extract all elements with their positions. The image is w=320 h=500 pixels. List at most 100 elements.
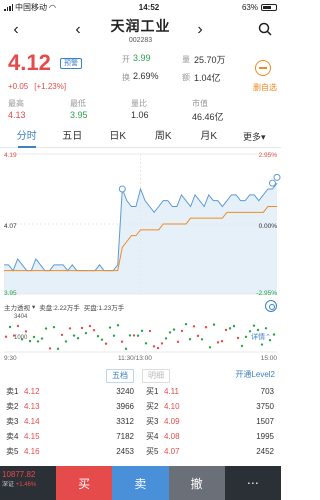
volume-dot	[160, 342, 164, 345]
status-bar: 中国移动 ◠ 14:52 63%	[0, 0, 281, 14]
index-ticker[interactable]: 10877.82 深证 +1.46%	[0, 466, 56, 500]
detail-label: 详情	[251, 334, 266, 341]
volume-dot	[208, 346, 212, 349]
volume-dot	[48, 347, 52, 350]
volume-dot	[156, 346, 160, 350]
tab-five-levels[interactable]: 五档	[106, 369, 134, 383]
volume-dot	[40, 337, 44, 340]
volume-dot	[224, 328, 228, 332]
volume-dot	[212, 323, 216, 326]
level-volume: 7182	[116, 432, 134, 441]
order-book-row[interactable]: 卖3 4.14 3312	[6, 414, 134, 429]
level-price: 4.07	[164, 447, 180, 456]
volume-detail-link[interactable]: 详情⌃	[251, 332, 271, 342]
change-value: +0.05	[8, 82, 29, 91]
level-price: 4.11	[164, 387, 179, 396]
intraday-chart[interactable]: 4.19 4.07 3.95 2.95% 0.00% -2.95%	[0, 148, 281, 300]
level-volume: 3312	[116, 417, 134, 426]
volume-dot	[24, 330, 28, 333]
tab-more-label: 更多	[242, 131, 261, 142]
chart-tabs: 分时 五日 日K 周K 月K 更多▾	[0, 126, 281, 148]
order-book-row[interactable]: 买3 4.09 1507	[146, 414, 274, 429]
more-menu-button[interactable]: ⋯	[224, 466, 281, 500]
level-volume: 2453	[116, 447, 134, 456]
volume-ratio-value: 1.06	[131, 110, 149, 120]
volume-dot	[172, 328, 176, 331]
volume-dot	[164, 337, 168, 340]
next-stock-icon[interactable]: ›	[192, 22, 208, 38]
chevron-down-icon: ▾	[32, 304, 36, 311]
remove-watchlist-label[interactable]: 删自选	[253, 82, 277, 93]
order-book: 卖1 4.12 3240 卖2 4.13 3966 卖3 4.14 3312 卖4 4.15 7182…	[0, 384, 281, 469]
level-price: 4.13	[24, 402, 40, 411]
pct-tick-mid: 0.00%	[258, 223, 277, 230]
volume-dot	[272, 333, 276, 336]
search-icon[interactable]	[257, 22, 273, 40]
volume-dot	[192, 325, 196, 328]
order-book-row[interactable]: 卖5 4.16 2453	[6, 444, 134, 459]
y-tick-low: 3.95	[4, 290, 17, 297]
order-book-row[interactable]: 买4 4.08 1995	[146, 429, 274, 444]
tab-five-day[interactable]: 五日	[50, 126, 96, 148]
level-price: 4.08	[164, 432, 180, 441]
volume-dot	[96, 335, 100, 338]
sell-button[interactable]: 卖	[112, 466, 169, 500]
volume-value: 25.70万	[194, 55, 226, 65]
volume-ratio-label: 量比	[131, 99, 147, 108]
volume-dot	[88, 324, 92, 328]
level-volume: 1995	[256, 432, 274, 441]
order-book-row[interactable]: 买1 4.11 703	[146, 384, 274, 399]
indicator-select[interactable]: 主力透视 ▾	[4, 302, 35, 312]
tab-weekly-k[interactable]: 周K	[141, 126, 187, 148]
carrier: 中国移动	[15, 2, 47, 12]
wifi-icon: ◠	[49, 2, 56, 12]
time-axis: 9:30 11:30/13:00 15:00	[0, 354, 281, 366]
buy-button[interactable]: 买	[56, 466, 113, 500]
volume-dot	[240, 344, 244, 348]
signal-marker	[118, 185, 126, 193]
indicator-name: 主力透视	[4, 305, 30, 312]
index-change: +1.46%	[15, 482, 37, 488]
volume-dot	[60, 333, 64, 337]
volume-dot	[76, 337, 80, 340]
order-book-row[interactable]: 买2 4.10 3750	[146, 399, 274, 414]
back-icon[interactable]: ‹	[8, 22, 24, 38]
tab-trade-detail[interactable]: 明细	[142, 369, 170, 383]
time-midday: 11:30/13:00	[118, 355, 152, 362]
turnover-label: 换	[122, 73, 130, 82]
level-label: 买2	[146, 402, 159, 411]
tab-more[interactable]: 更多▾	[232, 126, 278, 148]
volume-dot	[260, 343, 264, 346]
remove-watchlist-icon[interactable]	[255, 60, 271, 76]
volume-dot	[108, 326, 112, 329]
bottom-trade-bar: 10877.82 深证 +1.46% 买 卖 撤 ⋯	[0, 466, 281, 500]
alert-badge[interactable]: 预警	[60, 58, 82, 69]
volume-dot	[52, 325, 56, 329]
order-book-row[interactable]: 买5 4.07 2452	[146, 444, 274, 459]
tab-monthly-k[interactable]: 月K	[186, 126, 232, 148]
pct-tick-low: -2.95%	[256, 290, 277, 297]
order-book-row[interactable]: 卖4 4.15 7182	[6, 429, 134, 444]
volume-dot	[228, 327, 232, 330]
volume-dot	[36, 340, 40, 343]
tab-intraday[interactable]: 分时	[4, 126, 50, 148]
volume-dot	[112, 334, 116, 337]
cancel-order-button[interactable]: 撤	[168, 466, 225, 500]
level-label: 卖4	[6, 432, 19, 441]
volume-dot	[216, 341, 220, 344]
order-book-tabs: 五档 明细 开通Level2	[0, 366, 281, 384]
volume-canvas	[4, 322, 277, 353]
previous-stock-icon[interactable]: ‹	[70, 22, 86, 38]
volume-dot	[232, 324, 236, 328]
tab-daily-k[interactable]: 日K	[95, 126, 141, 148]
settings-icon[interactable]	[265, 300, 277, 312]
volume-dot	[56, 347, 60, 351]
signal-marker	[268, 179, 276, 187]
level-price: 4.10	[164, 402, 180, 411]
level2-link[interactable]: 开通Level2	[235, 369, 275, 380]
volume-dot	[68, 327, 72, 330]
clock: 14:52	[138, 2, 160, 12]
order-book-row[interactable]: 卖2 4.13 3966	[6, 399, 134, 414]
order-book-row[interactable]: 卖1 4.12 3240	[6, 384, 134, 399]
chevron-up-icon: ⌃	[265, 334, 271, 341]
